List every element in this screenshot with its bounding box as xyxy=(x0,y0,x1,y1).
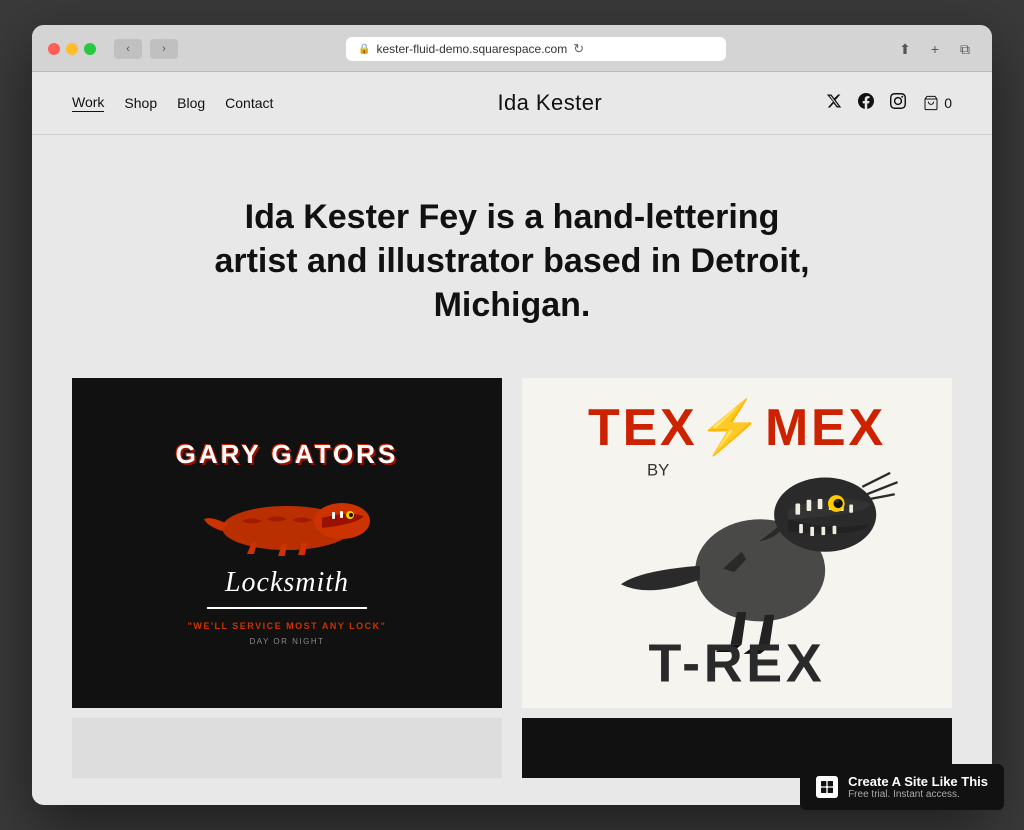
facebook-icon[interactable] xyxy=(858,93,874,113)
browser-window: ‹ › 🔒 kester-fluid-demo.squarespace.com … xyxy=(32,25,992,805)
squarespace-logo xyxy=(816,776,838,798)
cart-count: 0 xyxy=(944,95,952,111)
share-button[interactable]: ⬆ xyxy=(894,38,916,60)
nav-work[interactable]: Work xyxy=(72,94,104,112)
new-tab-button[interactable]: + xyxy=(924,38,946,60)
forward-button[interactable]: › xyxy=(150,39,178,59)
site-header: Work Shop Blog Contact Ida Kester xyxy=(32,72,992,135)
lock-icon: 🔒 xyxy=(358,44,370,55)
nav-left: Work Shop Blog Contact xyxy=(72,94,273,112)
windows-button[interactable]: ⧉ xyxy=(954,38,976,60)
address-bar-wrapper: 🔒 kester-fluid-demo.squarespace.com ↻ xyxy=(188,37,884,61)
gary-subline: DAY OR NIGHT xyxy=(249,637,324,646)
gary-gators-art: GARY GATORS xyxy=(94,394,481,691)
browser-chrome: ‹ › 🔒 kester-fluid-demo.squarespace.com … xyxy=(32,25,992,72)
site-title: Ida Kester xyxy=(497,90,602,116)
maximize-button[interactable] xyxy=(84,43,96,55)
gary-title-line2: Locksmith xyxy=(225,567,349,599)
browser-actions: ⬆ + ⧉ xyxy=(894,38,976,60)
svg-text:T-REX: T-REX xyxy=(648,634,825,691)
gator-illustration xyxy=(202,476,372,561)
squarespace-cta-text: Create A Site Like This Free trial. Inst… xyxy=(848,774,988,800)
address-bar[interactable]: 🔒 kester-fluid-demo.squarespace.com ↻ xyxy=(346,37,726,61)
close-button[interactable] xyxy=(48,43,60,55)
cta-main-text: Create A Site Like This xyxy=(848,774,988,789)
url-text: kester-fluid-demo.squarespace.com xyxy=(376,42,567,56)
squarespace-cta[interactable]: Create A Site Like This Free trial. Inst… xyxy=(800,764,1004,810)
gallery-grid: GARY GATORS xyxy=(32,378,992,708)
minimize-button[interactable] xyxy=(66,43,78,55)
nav-contact[interactable]: Contact xyxy=(225,95,273,111)
refresh-button[interactable]: ↻ xyxy=(573,41,584,57)
twitter-icon[interactable] xyxy=(826,93,842,113)
gallery-partial-item-1 xyxy=(72,718,502,778)
gallery-item-tex-mex[interactable]: TEX⚡MEX BY xyxy=(522,378,952,708)
svg-text:BY: BY xyxy=(647,461,669,480)
website-content: Work Shop Blog Contact Ida Kester xyxy=(32,72,992,802)
nav-shop[interactable]: Shop xyxy=(124,95,157,111)
hero-section: Ida Kester Fey is a hand-lettering artis… xyxy=(32,135,992,378)
traffic-lights xyxy=(48,43,96,55)
instagram-icon[interactable] xyxy=(890,93,906,113)
browser-controls: ‹ › xyxy=(114,39,178,59)
tex-mex-art: TEX⚡MEX BY xyxy=(544,394,931,691)
gary-tagline: "WE'LL SERVICE MOST ANY LOCK" xyxy=(188,621,387,631)
hero-text: Ida Kester Fey is a hand-lettering artis… xyxy=(202,195,822,328)
nav-blog[interactable]: Blog xyxy=(177,95,205,111)
nav-right: 0 xyxy=(826,93,952,113)
cart-icon[interactable]: 0 xyxy=(922,95,952,111)
svg-text:TEX⚡MEX: TEX⚡MEX xyxy=(588,397,886,458)
back-button[interactable]: ‹ xyxy=(114,39,142,59)
tex-mex-illustration: TEX⚡MEX BY xyxy=(542,394,932,691)
gary-title-line1: GARY GATORS xyxy=(176,439,399,470)
gallery-item-gary-gators[interactable]: GARY GATORS xyxy=(72,378,502,708)
cta-sub-text: Free trial. Instant access. xyxy=(848,789,988,800)
